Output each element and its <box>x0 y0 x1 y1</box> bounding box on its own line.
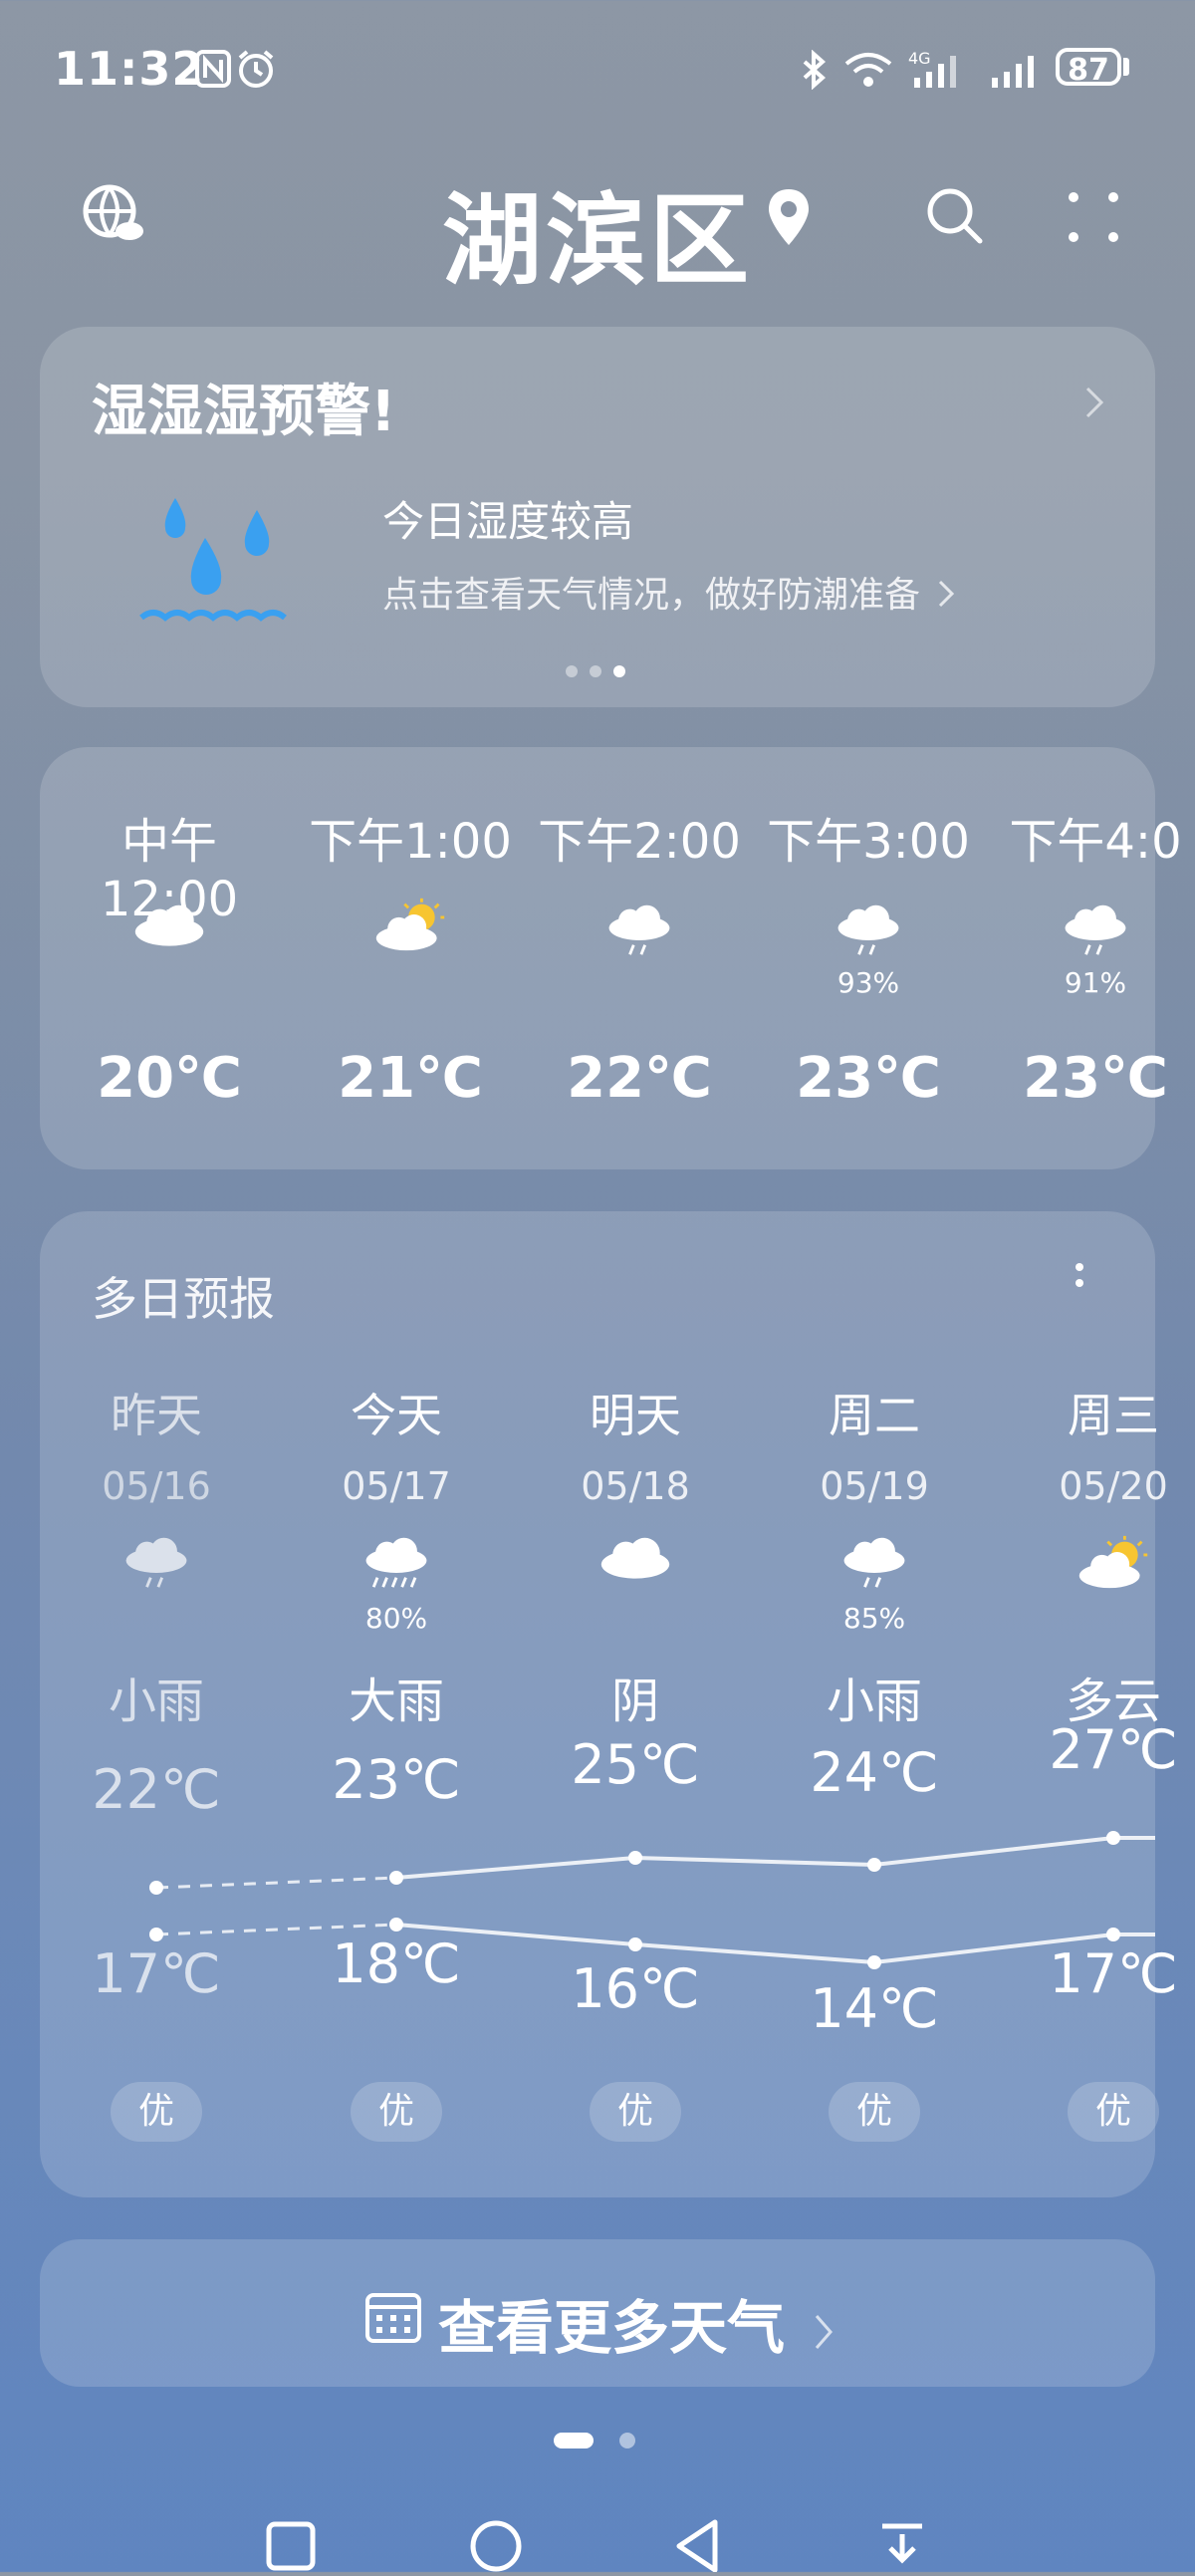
trend-point <box>867 1858 881 1872</box>
home-icon[interactable] <box>468 2518 524 2576</box>
trend-point <box>1106 1928 1120 1941</box>
battery-indicator: 87 <box>1056 48 1121 88</box>
aqi-badge[interactable]: 优 <box>590 2082 681 2142</box>
city-title[interactable]: 湖滨区 <box>0 159 1195 304</box>
hour-precip: 91% <box>1064 966 1127 999</box>
heavy-rain-icon <box>358 1534 434 1599</box>
alert-sub-text[interactable]: 点击查看天气情况，做好防潮准备 <box>382 566 955 618</box>
water-drops-icon <box>135 488 295 642</box>
rain-icon <box>831 902 906 966</box>
hour-temp: 22℃ <box>567 1046 712 1111</box>
forecast-title: 多日预报 <box>92 1272 275 1326</box>
rain-icon <box>119 1534 194 1599</box>
hour-temp: 21℃ <box>338 1046 483 1111</box>
day-date: 05/19 <box>820 1464 929 1508</box>
trend-point <box>149 1881 163 1895</box>
trend-point <box>867 1955 881 1969</box>
hour-precip: 93% <box>836 966 900 999</box>
alert-title: 湿湿湿预警! <box>92 380 396 444</box>
day-name: 今天 <box>351 1389 442 1442</box>
hour-temp: 23℃ <box>1023 1046 1168 1111</box>
back-icon[interactable] <box>671 2518 723 2576</box>
day-date: 05/18 <box>581 1464 690 1508</box>
bluetooth-icon <box>801 49 829 94</box>
cloud-icon <box>598 1534 673 1584</box>
hour-time: 下午2:00 <box>538 814 741 870</box>
hour-temp: 20℃ <box>97 1046 242 1111</box>
day-date: 05/16 <box>102 1464 211 1508</box>
wifi-icon <box>842 50 894 94</box>
low-trend-line <box>395 1923 1155 1965</box>
day-precip: 80% <box>364 1602 428 1635</box>
notification-pull-icon[interactable] <box>876 2520 928 2576</box>
hour-time: 下午1:00 <box>309 814 512 870</box>
trend-point <box>389 1871 403 1885</box>
carousel-dot <box>566 665 578 677</box>
alarm-icon <box>235 48 277 94</box>
day-name: 明天 <box>590 1389 681 1442</box>
high-trend-dashed <box>155 1876 397 1890</box>
battery-tip <box>1123 58 1129 76</box>
alert-sub-label: 点击查看天气情况，做好防潮准备 <box>382 575 921 616</box>
status-time: 11:32 <box>54 42 205 96</box>
carousel-dot <box>590 665 601 677</box>
search-icon[interactable] <box>924 185 988 253</box>
more-weather-text: 查看更多天气 <box>438 2294 786 2362</box>
nfc-icon <box>195 50 231 92</box>
rain-icon <box>1058 902 1133 966</box>
day-date: 05/20 <box>1059 1464 1168 1508</box>
calendar-icon <box>364 2289 422 2349</box>
hour-temp: 23℃ <box>796 1046 941 1111</box>
rain-icon <box>836 1534 912 1599</box>
hour-time: 下午4:0 <box>1009 814 1182 870</box>
alert-main-text: 今日湿度较高 <box>382 497 634 546</box>
carousel-dot-active <box>613 665 625 677</box>
chevron-right-icon[interactable] <box>1083 385 1107 424</box>
hour-time: 下午3:00 <box>767 814 970 870</box>
partly-cloudy-icon <box>1076 1534 1151 1595</box>
chevron-right-icon <box>813 2298 835 2366</box>
aqi-badge[interactable]: 优 <box>351 2082 442 2142</box>
page-indicator-active <box>554 2433 594 2448</box>
more-weather-label[interactable]: 查看更多天气 <box>438 2281 835 2366</box>
rain-icon <box>601 902 677 966</box>
more-options-icon[interactable] <box>1064 187 1127 251</box>
partly-cloudy-icon <box>372 897 448 957</box>
location-pin-icon <box>765 185 813 255</box>
svg-text:4G: 4G <box>908 49 931 68</box>
trend-point <box>1106 1831 1120 1845</box>
signal-icon <box>988 48 1040 96</box>
day-date: 05/17 <box>342 1464 451 1508</box>
temperature-trend-chart <box>149 1831 1155 1969</box>
signal-4g-icon: 4G <box>908 48 968 96</box>
chevron-right-icon <box>937 577 955 618</box>
low-trend-dashed <box>155 1923 397 1936</box>
day-name: 周二 <box>829 1389 920 1442</box>
recent-apps-icon[interactable] <box>265 2520 317 2576</box>
aqi-badge[interactable]: 优 <box>1068 2082 1159 2142</box>
day-name: 周三 <box>1068 1389 1159 1442</box>
trend-point <box>628 1937 642 1951</box>
trend-point <box>149 1928 163 1941</box>
aqi-badge[interactable]: 优 <box>829 2082 920 2142</box>
aqi-badge[interactable]: 优 <box>111 2082 202 2142</box>
trend-point <box>628 1851 642 1865</box>
more-vertical-icon[interactable] <box>1070 1261 1089 1309</box>
city-name[interactable]: 湖滨区 <box>442 182 753 299</box>
day-precip: 85% <box>842 1602 906 1635</box>
high-trend-line <box>395 1836 1155 1880</box>
cloud-icon <box>131 902 207 951</box>
trend-point <box>389 1918 403 1932</box>
page-indicator <box>619 2433 635 2448</box>
day-name: 昨天 <box>111 1389 202 1442</box>
